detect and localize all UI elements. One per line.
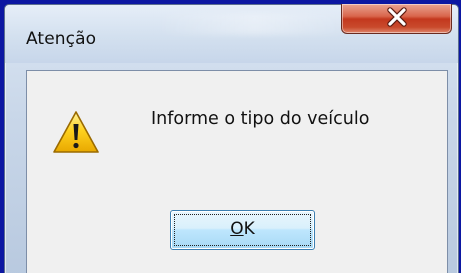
window-title: Atenção: [26, 29, 97, 49]
warning-icon: [53, 111, 99, 153]
ok-button[interactable]: OK: [170, 210, 315, 250]
close-icon: [387, 7, 407, 27]
ok-button-label: OK: [171, 219, 314, 239]
dialog-message: Informe o tipo do veículo: [151, 109, 370, 129]
ok-button-label-rest: K: [243, 219, 255, 239]
dialog-content: Informe o tipo do veículo OK: [26, 70, 448, 273]
close-button[interactable]: [341, 4, 452, 34]
title-bar-glass-reflection: [155, 13, 355, 35]
message-dialog: Atenção Informe o tipo do veículo OK: [4, 4, 459, 273]
screen: Atenção Informe o tipo do veículo OK: [0, 0, 461, 273]
title-bar[interactable]: Atenção: [5, 4, 458, 63]
ok-button-accelerator: O: [230, 219, 244, 239]
